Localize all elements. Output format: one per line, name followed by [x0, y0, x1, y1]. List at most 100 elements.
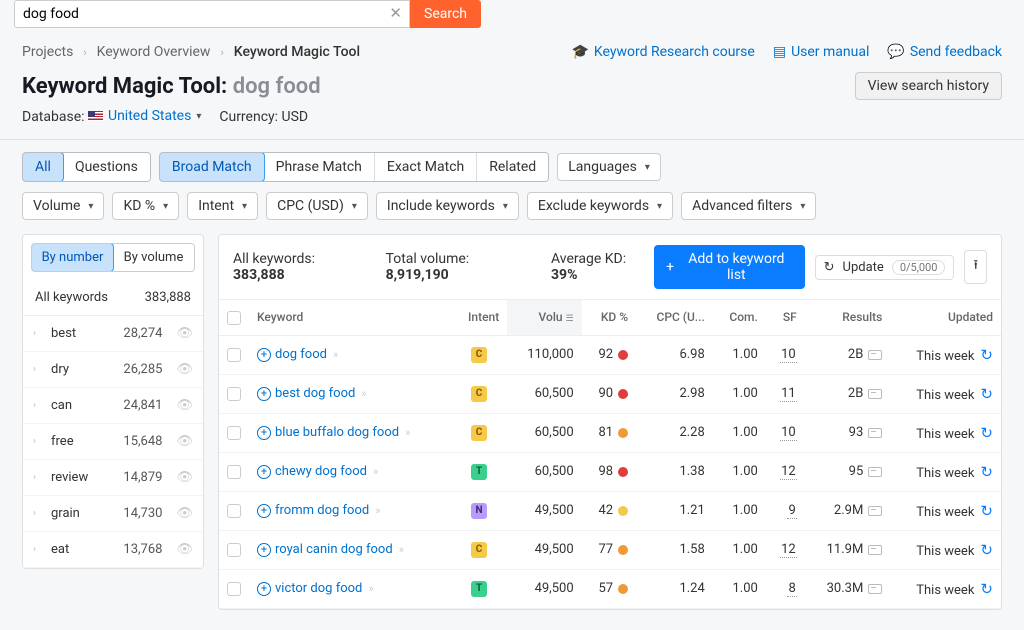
serp-icon[interactable] — [868, 584, 882, 594]
search-input[interactable] — [14, 0, 410, 28]
row-checkbox[interactable] — [227, 465, 241, 479]
add-keyword-icon[interactable]: + — [257, 387, 271, 401]
cell-volume: 49,500 — [507, 491, 581, 530]
keyword-link[interactable]: dog food — [275, 347, 327, 362]
filter-kd[interactable]: KD %▾ — [112, 192, 179, 220]
row-checkbox[interactable] — [227, 582, 241, 596]
add-keyword-icon[interactable]: + — [257, 504, 271, 518]
keyword-link[interactable]: chewy dog food — [275, 464, 367, 479]
eye-icon[interactable]: 👁 — [176, 542, 193, 557]
eye-icon[interactable]: 👁 — [176, 326, 193, 341]
filter-cpc[interactable]: CPC (USD)▾ — [266, 192, 368, 220]
row-checkbox[interactable] — [227, 387, 241, 401]
export-button[interactable]: ⭱ — [964, 250, 987, 284]
tab-all[interactable]: All — [22, 152, 64, 182]
clear-icon[interactable]: ✕ — [389, 4, 402, 22]
open-icon[interactable]: » — [375, 504, 380, 517]
update-button[interactable]: ↻ Update 0/5,000 — [815, 255, 955, 280]
checkbox-all[interactable] — [227, 311, 241, 325]
table-row: +best dog food» C 60,500 90 2.98 1.00 11… — [219, 374, 1001, 413]
serp-icon[interactable] — [868, 506, 882, 516]
languages-dropdown[interactable]: Languages▾ — [557, 153, 661, 181]
keyword-link[interactable]: victor dog food — [275, 581, 362, 596]
col-keyword[interactable]: Keyword — [249, 300, 451, 335]
tab-broad-match[interactable]: Broad Match — [159, 152, 265, 182]
sidebar-all-keywords[interactable]: All keywords 383,888 — [23, 280, 203, 316]
serp-icon[interactable] — [868, 389, 882, 399]
link-send-feedback[interactable]: 💬Send feedback — [887, 44, 1002, 60]
serp-icon[interactable] — [868, 350, 882, 360]
add-keyword-icon[interactable]: + — [257, 348, 271, 362]
search-button[interactable]: Search — [410, 0, 481, 28]
add-keyword-icon[interactable]: + — [257, 582, 271, 596]
open-icon[interactable]: » — [333, 348, 338, 361]
link-research-course[interactable]: 🎓Keyword Research course — [571, 44, 754, 60]
sidebar-group-item[interactable]: › grain 14,730 👁 — [23, 496, 203, 532]
col-cpc[interactable]: CPC (U... — [636, 300, 713, 335]
open-icon[interactable]: » — [361, 387, 366, 400]
row-checkbox[interactable] — [227, 504, 241, 518]
tab-related[interactable]: Related — [477, 153, 548, 181]
row-checkbox[interactable] — [227, 426, 241, 440]
serp-icon[interactable] — [868, 545, 882, 555]
eye-icon[interactable]: 👁 — [176, 470, 193, 485]
col-volume[interactable]: Volu☰ — [507, 300, 581, 335]
filter-include[interactable]: Include keywords▾ — [376, 192, 519, 220]
col-updated[interactable]: Updated — [890, 300, 1001, 335]
serp-icon[interactable] — [868, 428, 882, 438]
refresh-row-icon[interactable]: ↻ — [980, 502, 993, 520]
eye-icon[interactable]: 👁 — [176, 434, 193, 449]
add-keyword-icon[interactable]: + — [257, 426, 271, 440]
refresh-row-icon[interactable]: ↻ — [980, 346, 993, 364]
tab-exact-match[interactable]: Exact Match — [375, 153, 477, 181]
col-sf[interactable]: SF — [766, 300, 805, 335]
cell-cpc: 1.21 — [636, 491, 713, 530]
keyword-link[interactable]: best dog food — [275, 386, 355, 401]
open-icon[interactable]: » — [399, 543, 404, 556]
refresh-row-icon[interactable]: ↻ — [980, 580, 993, 598]
col-intent[interactable]: Intent — [451, 300, 507, 335]
refresh-row-icon[interactable]: ↻ — [980, 424, 993, 442]
keyword-link[interactable]: blue buffalo dog food — [275, 425, 399, 440]
row-checkbox[interactable] — [227, 348, 241, 362]
sidebar-group-item[interactable]: › can 24,841 👁 — [23, 388, 203, 424]
tab-questions[interactable]: Questions — [63, 153, 150, 181]
view-history-button[interactable]: View search history — [855, 72, 1002, 100]
col-kd[interactable]: KD % — [582, 300, 636, 335]
sidebar-group-item[interactable]: › review 14,879 👁 — [23, 460, 203, 496]
keyword-link[interactable]: royal canin dog food — [275, 542, 393, 557]
open-icon[interactable]: » — [405, 426, 410, 439]
database-selector[interactable]: Database: United States ▾ — [22, 108, 201, 125]
sidebar-group-item[interactable]: › dry 26,285 👁 — [23, 352, 203, 388]
sidebar-group-item[interactable]: › free 15,648 👁 — [23, 424, 203, 460]
toggle-by-volume[interactable]: By volume — [113, 244, 194, 271]
open-icon[interactable]: » — [373, 465, 378, 478]
refresh-row-icon[interactable]: ↻ — [980, 385, 993, 403]
add-to-list-button[interactable]: +Add to keyword list — [654, 245, 805, 289]
serp-icon[interactable] — [868, 467, 882, 477]
add-keyword-icon[interactable]: + — [257, 543, 271, 557]
tab-phrase-match[interactable]: Phrase Match — [264, 153, 375, 181]
col-results[interactable]: Results — [805, 300, 891, 335]
open-icon[interactable]: » — [368, 582, 373, 595]
toggle-by-number[interactable]: By number — [31, 243, 114, 272]
refresh-row-icon[interactable]: ↻ — [980, 541, 993, 559]
cell-sf: 9 — [766, 491, 805, 530]
link-user-manual[interactable]: ▤User manual — [773, 44, 870, 60]
filter-advanced[interactable]: Advanced filters▾ — [681, 192, 816, 220]
sidebar-group-item[interactable]: › best 28,274 👁 — [23, 316, 203, 352]
crumb-overview[interactable]: Keyword Overview — [97, 44, 211, 60]
eye-icon[interactable]: 👁 — [176, 506, 193, 521]
filter-exclude[interactable]: Exclude keywords▾ — [527, 192, 673, 220]
crumb-projects[interactable]: Projects — [22, 44, 73, 60]
refresh-row-icon[interactable]: ↻ — [980, 463, 993, 481]
sidebar-group-item[interactable]: › eat 13,768 👁 — [23, 532, 203, 568]
keyword-link[interactable]: fromm dog food — [275, 503, 369, 518]
row-checkbox[interactable] — [227, 543, 241, 557]
eye-icon[interactable]: 👁 — [176, 398, 193, 413]
col-com[interactable]: Com. — [713, 300, 766, 335]
filter-volume[interactable]: Volume▾ — [22, 192, 104, 220]
add-keyword-icon[interactable]: + — [257, 465, 271, 479]
eye-icon[interactable]: 👁 — [176, 362, 193, 377]
filter-intent[interactable]: Intent▾ — [187, 192, 258, 220]
